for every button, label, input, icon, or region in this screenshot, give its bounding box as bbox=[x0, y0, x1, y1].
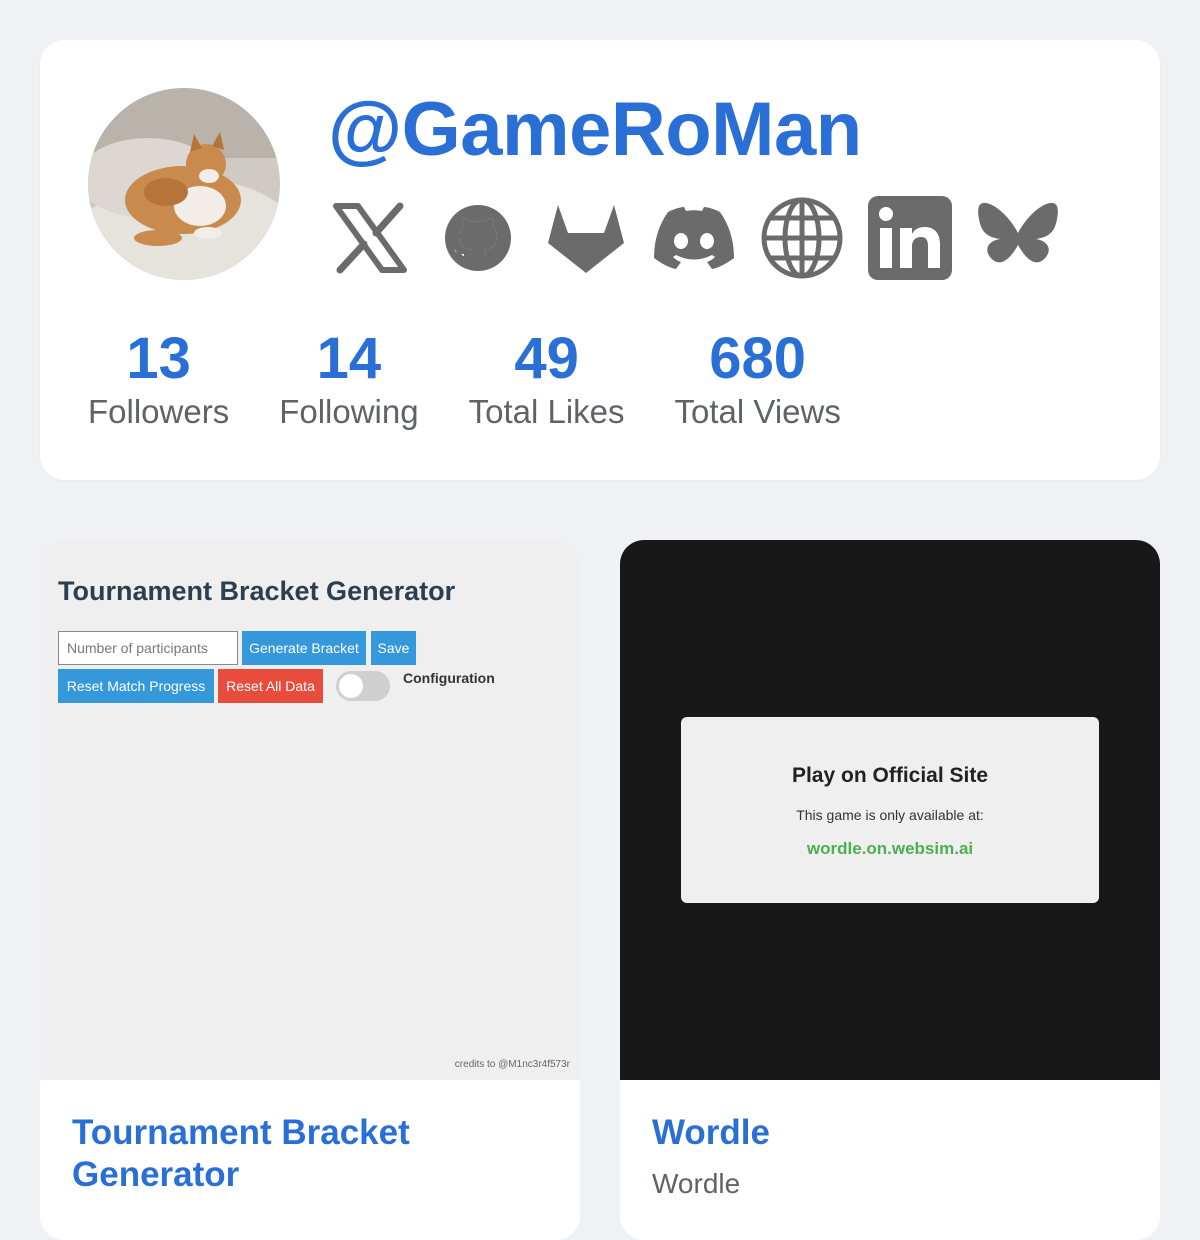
stats-row: 13 Followers 14 Following 49 Total Likes… bbox=[88, 328, 891, 434]
game-thumbnail[interactable]: Tournament Bracket Generator Generate Br… bbox=[40, 540, 580, 1080]
official-site-link[interactable]: wordle.on.websim.ai bbox=[681, 839, 1099, 859]
x-icon bbox=[333, 202, 407, 274]
modal-title: Play on Official Site bbox=[791, 764, 989, 787]
stat-label: Total Views bbox=[674, 393, 841, 430]
reset-match-progress-button[interactable]: Reset Match Progress bbox=[58, 669, 214, 703]
credits-text: credits to @M1nc3r4f573r bbox=[454, 1059, 570, 1070]
toggle-knob bbox=[339, 674, 363, 698]
stat-following[interactable]: 14 Following bbox=[279, 328, 418, 434]
globe-icon bbox=[761, 197, 843, 279]
github-link[interactable] bbox=[436, 196, 520, 280]
stat-total-likes: 49 Total Likes bbox=[469, 328, 625, 434]
github-icon bbox=[445, 205, 511, 271]
gitlab-icon bbox=[548, 205, 624, 273]
avatar[interactable] bbox=[88, 88, 280, 280]
participants-input[interactable] bbox=[58, 631, 238, 665]
generate-bracket-button[interactable]: Generate Bracket bbox=[242, 631, 366, 665]
stat-value: 680 bbox=[709, 326, 807, 391]
game-card-wordle[interactable]: Play on Official Site This game is only … bbox=[620, 540, 1160, 1240]
game-title[interactable]: Wordle bbox=[652, 1112, 1128, 1154]
gitlab-link[interactable] bbox=[544, 196, 628, 280]
stat-value: 13 bbox=[126, 326, 191, 391]
game-card-tournament-bracket[interactable]: Tournament Bracket Generator Generate Br… bbox=[40, 540, 580, 1240]
stat-label: Following bbox=[279, 393, 419, 430]
card-body: Wordle Wordle bbox=[652, 1112, 1128, 1202]
website-link[interactable] bbox=[760, 196, 844, 280]
reset-all-data-button[interactable]: Reset All Data bbox=[218, 669, 323, 703]
game-title[interactable]: Tournament Bracket Generator bbox=[72, 1112, 548, 1196]
official-site-modal: Play on Official Site This game is only … bbox=[681, 717, 1099, 903]
card-body: Tournament Bracket Generator bbox=[72, 1112, 548, 1196]
stat-label: Followers bbox=[88, 393, 230, 430]
configuration-label: Configuration bbox=[403, 670, 495, 686]
stat-value: 14 bbox=[316, 326, 382, 391]
linkedin-link[interactable] bbox=[868, 196, 952, 280]
modal-text: This game is only available at: bbox=[796, 807, 984, 823]
username: @GameRoMan bbox=[328, 87, 862, 172]
cat-photo-avatar bbox=[88, 88, 280, 280]
stat-value: 49 bbox=[514, 326, 579, 391]
stat-followers[interactable]: 13 Followers bbox=[88, 328, 229, 434]
save-button[interactable]: Save bbox=[371, 631, 416, 665]
linkedin-icon bbox=[868, 196, 952, 280]
x-link[interactable] bbox=[328, 196, 412, 280]
stat-label: Total Likes bbox=[468, 393, 625, 430]
bluesky-link[interactable] bbox=[976, 196, 1060, 280]
discord-link[interactable] bbox=[652, 196, 736, 280]
social-links bbox=[328, 196, 1084, 280]
configuration-toggle[interactable] bbox=[336, 671, 390, 701]
bluesky-icon bbox=[978, 202, 1058, 263]
game-description: Wordle bbox=[652, 1168, 741, 1199]
discord-icon bbox=[654, 207, 734, 269]
stat-total-views: 680 Total Views bbox=[675, 328, 841, 434]
profile-card: @GameRoMan 13 Followers 14 Following 49 … bbox=[40, 40, 1160, 480]
game-thumbnail[interactable]: Play on Official Site This game is only … bbox=[620, 540, 1160, 1080]
preview-heading: Tournament Bracket Generator bbox=[58, 576, 456, 606]
